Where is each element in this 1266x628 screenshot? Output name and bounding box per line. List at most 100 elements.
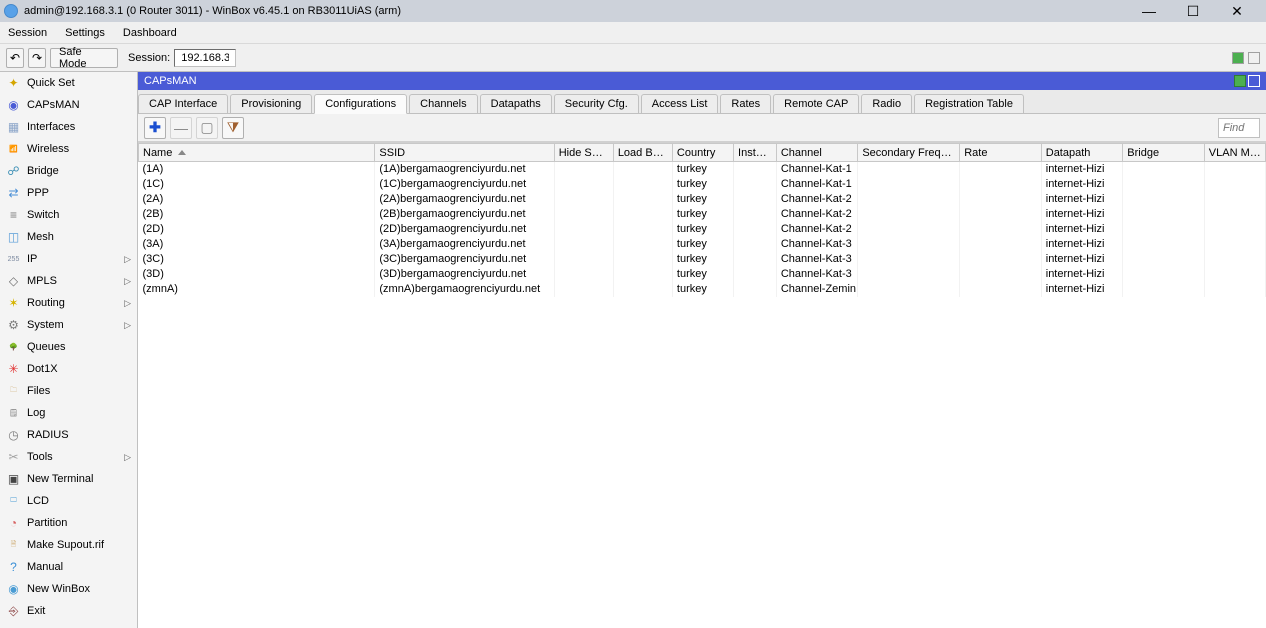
sidebar-icon: ≡ <box>6 208 21 223</box>
sidebar-expand-icon: ▷ <box>124 320 131 331</box>
menu-dashboard[interactable]: Dashboard <box>123 27 177 39</box>
column-header-hidessid[interactable]: Hide SSID <box>554 144 613 162</box>
table-row[interactable]: (1A)(1A)bergamaogrenciyurdu.netturkeyCha… <box>139 162 1266 177</box>
column-header-vlanmo[interactable]: VLAN Mo... <box>1204 144 1265 162</box>
sidebar-icon: 255 <box>6 252 21 267</box>
cell-datapath: internet-Hizi <box>1041 252 1123 267</box>
column-header-install[interactable]: Install... <box>734 144 777 162</box>
column-header-bridge[interactable]: Bridge <box>1123 144 1205 162</box>
tab-datapaths[interactable]: Datapaths <box>480 94 552 113</box>
minimize-icon[interactable]: — <box>1136 1 1162 21</box>
sidebar-item-exit[interactable]: ⎆Exit <box>0 600 137 622</box>
sidebar-item-label: Mesh <box>27 231 54 243</box>
close-icon[interactable]: ✕ <box>1224 1 1250 21</box>
copy-button[interactable]: ▢ <box>196 117 218 139</box>
maximize-icon[interactable]: ☐ <box>1180 1 1206 21</box>
table-row[interactable]: (3D)(3D)bergamaogrenciyurdu.netturkeyCha… <box>139 267 1266 282</box>
menu-session[interactable]: Session <box>8 27 47 39</box>
panel-title-status-icon <box>1234 75 1246 87</box>
sidebar-item-lcd[interactable]: 🖵LCD <box>0 490 137 512</box>
cell-secfreq <box>858 282 960 297</box>
cell-loadbal <box>613 207 672 222</box>
sidebar-item-bridge[interactable]: ☍Bridge <box>0 160 137 182</box>
cell-hidessid <box>554 237 613 252</box>
table-row[interactable]: (2A)(2A)bergamaogrenciyurdu.netturkeyCha… <box>139 192 1266 207</box>
cell-bridge <box>1123 162 1205 177</box>
sidebar-item-routing[interactable]: ✶Routing▷ <box>0 292 137 314</box>
sidebar-item-tools[interactable]: ✂Tools▷ <box>0 446 137 468</box>
tab-rates[interactable]: Rates <box>720 94 771 113</box>
panel-title-close-icon[interactable] <box>1248 75 1260 87</box>
tab-cap-interface[interactable]: CAP Interface <box>138 94 228 113</box>
sidebar-item-manual[interactable]: ?Manual <box>0 556 137 578</box>
sidebar-item-dot1x[interactable]: ✳Dot1X <box>0 358 137 380</box>
sidebar-item-capsman[interactable]: ◉CAPsMAN <box>0 94 137 116</box>
sidebar-item-files[interactable]: 🗀Files <box>0 380 137 402</box>
cell-secfreq <box>858 237 960 252</box>
tab-remote-cap[interactable]: Remote CAP <box>773 94 859 113</box>
tab-radio[interactable]: Radio <box>861 94 912 113</box>
safe-mode-button[interactable]: Safe Mode <box>50 48 118 68</box>
sidebar-item-system[interactable]: ⚙System▷ <box>0 314 137 336</box>
column-header-ssid[interactable]: SSID <box>375 144 554 162</box>
cell-country: turkey <box>672 252 733 267</box>
table-row[interactable]: (2D)(2D)bergamaogrenciyurdu.netturkeyCha… <box>139 222 1266 237</box>
sidebar-item-ppp[interactable]: ⇄PPP <box>0 182 137 204</box>
cell-hidessid <box>554 282 613 297</box>
column-header-loadbal[interactable]: Load Bal... <box>613 144 672 162</box>
cell-ssid: (3D)bergamaogrenciyurdu.net <box>375 267 554 282</box>
add-button[interactable]: ✚ <box>144 117 166 139</box>
status-green-icon <box>1232 52 1244 64</box>
tab-channels[interactable]: Channels <box>409 94 477 113</box>
cell-install <box>734 252 777 267</box>
tab-registration-table[interactable]: Registration Table <box>914 94 1024 113</box>
tab-configurations[interactable]: Configurations <box>314 94 407 114</box>
column-header-name[interactable]: Name <box>139 144 375 162</box>
column-header-datapath[interactable]: Datapath <box>1041 144 1123 162</box>
sidebar-icon: ⇄ <box>6 186 21 201</box>
sidebar-item-queues[interactable]: 🌳Queues <box>0 336 137 358</box>
cell-install <box>734 192 777 207</box>
cell-loadbal <box>613 192 672 207</box>
sidebar-item-quick-set[interactable]: ✦Quick Set <box>0 72 137 94</box>
sidebar-item-wireless[interactable]: 📶Wireless <box>0 138 137 160</box>
sidebar-item-switch[interactable]: ≡Switch <box>0 204 137 226</box>
menu-settings[interactable]: Settings <box>65 27 105 39</box>
remove-button[interactable]: — <box>170 117 192 139</box>
table-row[interactable]: (2B)(2B)bergamaogrenciyurdu.netturkeyCha… <box>139 207 1266 222</box>
sidebar-item-ip[interactable]: 255IP▷ <box>0 248 137 270</box>
table-row[interactable]: (zmnA)(zmnA)bergamaogrenciyurdu.netturke… <box>139 282 1266 297</box>
sidebar-item-log[interactable]: 🗒Log <box>0 402 137 424</box>
find-input[interactable] <box>1218 118 1260 138</box>
cell-hidessid <box>554 252 613 267</box>
status-grey-icon <box>1248 52 1260 64</box>
sidebar-item-interfaces[interactable]: ▦Interfaces <box>0 116 137 138</box>
sidebar-item-new-winbox[interactable]: ◉New WinBox <box>0 578 137 600</box>
column-header-rate[interactable]: Rate <box>960 144 1042 162</box>
cell-secfreq <box>858 267 960 282</box>
redo-button[interactable]: ↷ <box>28 48 46 68</box>
sidebar-item-mpls[interactable]: ◇MPLS▷ <box>0 270 137 292</box>
table-row[interactable]: (3C)(3C)bergamaogrenciyurdu.netturkeyCha… <box>139 252 1266 267</box>
column-header-channel[interactable]: Channel <box>776 144 858 162</box>
cell-country: turkey <box>672 267 733 282</box>
table-row[interactable]: (1C)(1C)bergamaogrenciyurdu.netturkeyCha… <box>139 177 1266 192</box>
sidebar-item-label: Partition <box>27 517 67 529</box>
sidebar-item-mesh[interactable]: ◫Mesh <box>0 226 137 248</box>
tab-security-cfg-[interactable]: Security Cfg. <box>554 94 639 113</box>
cell-vlanmo <box>1204 237 1265 252</box>
sidebar-item-radius[interactable]: ◷RADIUS <box>0 424 137 446</box>
table-wrap[interactable]: NameSSIDHide SSIDLoad Bal...CountryInsta… <box>138 142 1266 628</box>
filter-button[interactable]: ⧩ <box>222 117 244 139</box>
tab-access-list[interactable]: Access List <box>641 94 719 113</box>
column-header-country[interactable]: Country <box>672 144 733 162</box>
sidebar-item-partition[interactable]: ◔Partition <box>0 512 137 534</box>
sidebar-item-make-supout-rif[interactable]: 🗎Make Supout.rif <box>0 534 137 556</box>
tab-provisioning[interactable]: Provisioning <box>230 94 312 113</box>
table-row[interactable]: (3A)(3A)bergamaogrenciyurdu.netturkeyCha… <box>139 237 1266 252</box>
sidebar-item-new-terminal[interactable]: ▣New Terminal <box>0 468 137 490</box>
cell-name: (1A) <box>139 162 375 177</box>
column-header-secfreq[interactable]: Secondary Freque... <box>858 144 960 162</box>
undo-button[interactable]: ↶ <box>6 48 24 68</box>
session-input[interactable] <box>174 49 236 67</box>
